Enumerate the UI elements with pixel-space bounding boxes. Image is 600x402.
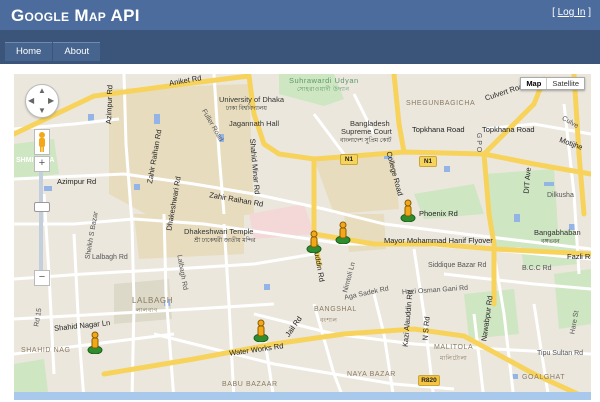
pan-left-icon[interactable]: ◀ bbox=[28, 97, 34, 105]
label-shahid-nagar-2: SHAHID NAG bbox=[21, 347, 71, 354]
zoom-in-button[interactable]: + bbox=[34, 156, 50, 172]
main-nav: Home About bbox=[5, 42, 101, 61]
map-marker[interactable] bbox=[400, 198, 416, 222]
road-shield-r820: R820 bbox=[418, 375, 440, 386]
person-marker-icon bbox=[87, 331, 103, 354]
zoom-out-button[interactable]: − bbox=[34, 270, 50, 286]
login-bracket-close: ] bbox=[588, 7, 591, 18]
zoom-control: + − bbox=[34, 156, 50, 286]
person-marker-icon bbox=[253, 319, 269, 342]
person-marker-icon bbox=[306, 230, 322, 253]
login-area: [ Log In ] bbox=[552, 7, 591, 18]
label-dilkusha: Dilkusha bbox=[547, 192, 574, 199]
label-bangabhaban-bn: বঙ্গভবন bbox=[541, 239, 560, 245]
label-bangshal-bn: বংশাল bbox=[320, 318, 338, 324]
road-shield-n1: N1 bbox=[419, 156, 437, 167]
road-shield-n1: N1 bbox=[340, 154, 358, 165]
map-marker[interactable] bbox=[87, 330, 103, 354]
site-title: Google Map API bbox=[11, 6, 140, 25]
label-dhakeshwari-bn: শ্রী ঢাকেশ্বরী জাতীয় মন্দির bbox=[194, 238, 256, 244]
label-bcc: B.C.C Rd bbox=[522, 265, 552, 272]
label-lalbagh: LALBAGH bbox=[132, 296, 174, 305]
login-link[interactable]: Log In bbox=[558, 7, 586, 18]
street-view-pegman[interactable] bbox=[34, 129, 50, 155]
label-suhrawardi-bn: সোহরাওয়ার্দী উদ্যান bbox=[297, 87, 350, 93]
label-fazli: Fazli Ra bbox=[567, 252, 591, 261]
map-type-satellite-button[interactable]: Satellite bbox=[546, 78, 584, 89]
label-lalbagh-bn: লালবাগ bbox=[136, 308, 159, 314]
label-mayor-flyover: Mayor Mohammad Hanif Flyover bbox=[384, 236, 493, 245]
label-gpo: G P O bbox=[475, 132, 483, 153]
person-marker-icon bbox=[335, 221, 351, 244]
label-topkhana: Topkhana Road bbox=[412, 125, 465, 134]
nav-home[interactable]: Home bbox=[5, 42, 53, 61]
map-marker[interactable] bbox=[306, 229, 322, 253]
pegman-icon bbox=[39, 132, 45, 152]
label-shegunbagicha: SHEGUNBAGICHA bbox=[406, 100, 476, 107]
nav-about[interactable]: About bbox=[53, 42, 101, 61]
label-bangshal: BANGSHAL bbox=[314, 306, 357, 313]
label-topkhana-2: Topkhana Road bbox=[482, 125, 535, 134]
label-jagannath: Jagannath Hall bbox=[229, 119, 280, 128]
pan-down-icon[interactable]: ▼ bbox=[38, 107, 46, 115]
login-bracket-open: [ bbox=[552, 7, 555, 18]
label-malitola: MALITOLA bbox=[434, 344, 474, 351]
label-malitola-bn: মালিটোলা bbox=[440, 356, 468, 362]
label-supreme-bn: বাংলাদেশ সুপ্রিম কোর্ট bbox=[340, 138, 392, 144]
map-marker[interactable] bbox=[335, 220, 351, 244]
label-goalghat: GOALGHAT bbox=[522, 374, 566, 381]
label-lalbagh-rd: Lalbagh Rd bbox=[92, 254, 128, 261]
map-type-control: Map Satellite bbox=[520, 77, 585, 90]
label-tipu: Tipu Sultan Rd bbox=[537, 350, 584, 357]
zoom-slider-track[interactable] bbox=[39, 172, 43, 270]
map-marker[interactable] bbox=[253, 318, 269, 342]
label-azimpur-vert: Azimpur Rd bbox=[104, 84, 115, 125]
label-university-bn: ঢাকা বিশ্ববিদ্যালয় bbox=[226, 106, 267, 112]
label-phoenix: Phoenix Rd bbox=[419, 209, 458, 218]
zoom-slider-knob[interactable] bbox=[34, 202, 50, 212]
map-canvas[interactable]: Aniket Rd Suhrawardi Udyan সোহরাওয়ার্দী… bbox=[14, 74, 591, 400]
label-babu-bazaar: BABU BAZAAR bbox=[222, 381, 278, 388]
map-type-map-button[interactable]: Map bbox=[521, 78, 546, 89]
site-header: Google Map API [ Log In ] bbox=[0, 0, 600, 30]
label-siddique: Siddique Bazar Rd bbox=[428, 262, 487, 269]
label-naya-bazar: NAYA BAZAR bbox=[347, 371, 396, 378]
pan-up-icon[interactable]: ▲ bbox=[38, 87, 46, 95]
label-azimpur: Azimpur Rd bbox=[57, 177, 97, 186]
pan-right-icon[interactable]: ▶ bbox=[48, 97, 54, 105]
pan-control[interactable]: ▲ ▼ ◀ ▶ bbox=[25, 84, 59, 118]
person-marker-icon bbox=[400, 199, 416, 222]
